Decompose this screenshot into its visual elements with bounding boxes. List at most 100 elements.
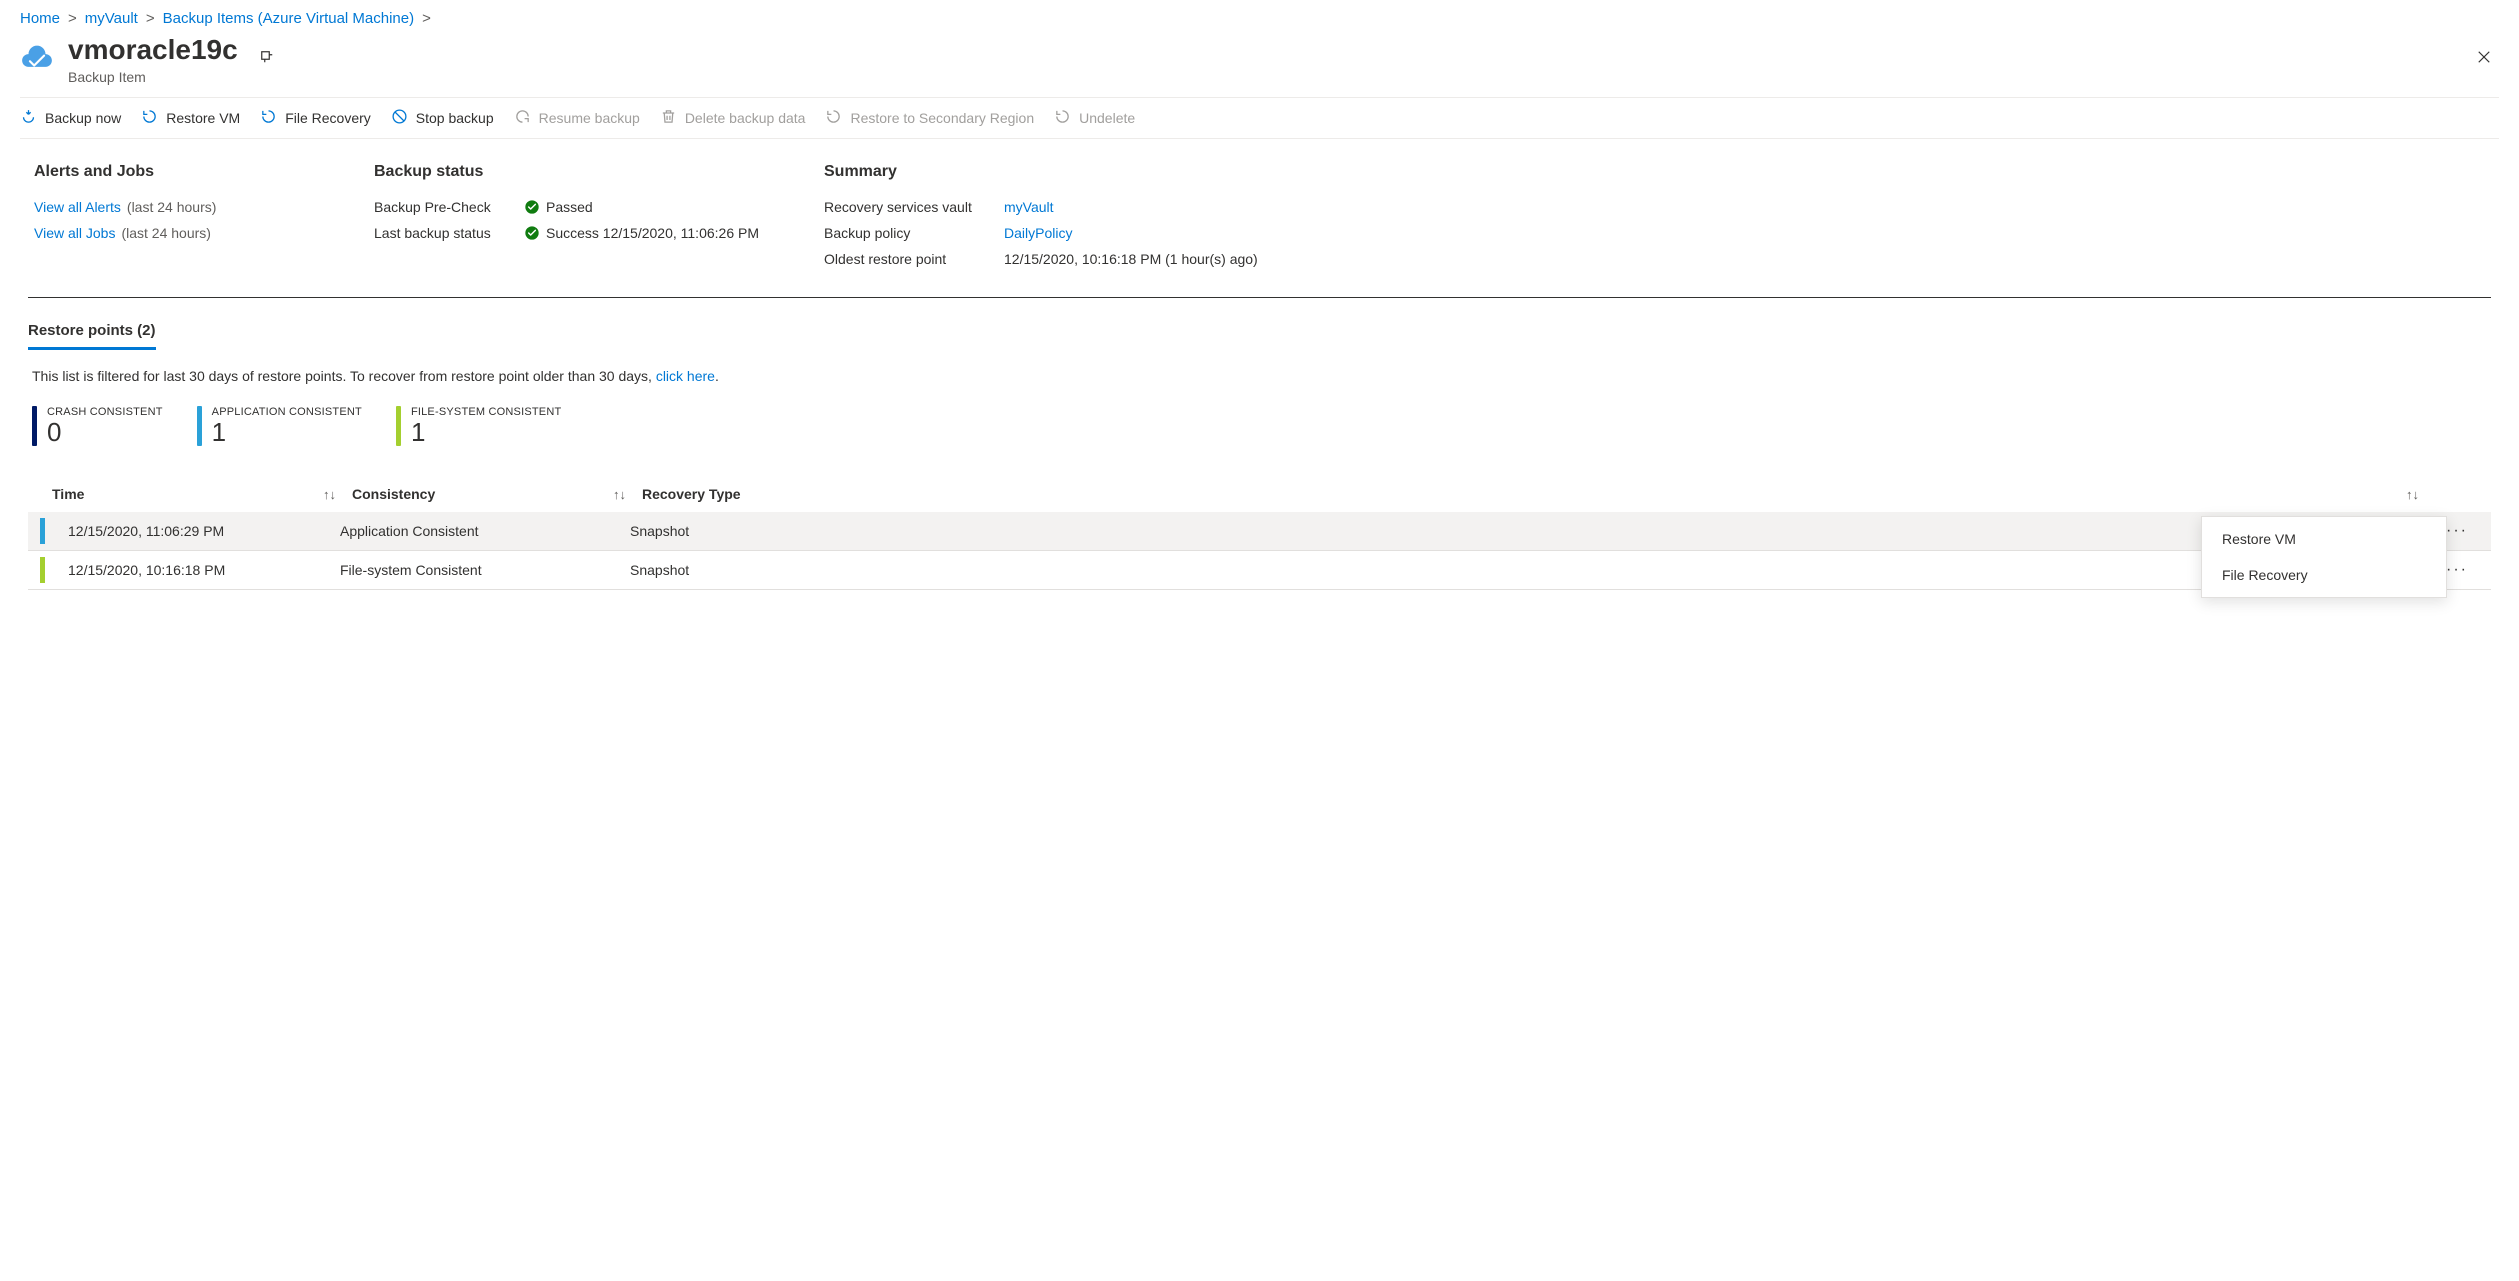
stop-backup-button[interactable]: Stop backup bbox=[391, 108, 494, 128]
backup-now-label: Backup now bbox=[45, 110, 121, 126]
undelete-button: Undelete bbox=[1054, 108, 1135, 128]
filter-note-text: This list is filtered for last 30 days o… bbox=[32, 368, 656, 384]
restore-vm-button[interactable]: Restore VM bbox=[141, 108, 240, 128]
cell-recovery-type: Snapshot bbox=[630, 523, 2435, 539]
card-filesystem-consistent: FILE-SYSTEM CONSISTENT1 bbox=[396, 406, 561, 447]
tab-strip: Restore points (2) bbox=[20, 298, 2499, 350]
table-row[interactable]: 12/15/2020, 10:16:18 PM File-system Cons… bbox=[28, 551, 2491, 590]
col-consistency[interactable]: Consistency bbox=[352, 486, 435, 502]
page-title: vmoracle19c bbox=[68, 33, 238, 67]
view-all-alerts-link[interactable]: View all Alerts bbox=[34, 199, 121, 215]
row-actions-button[interactable]: ··· bbox=[2446, 561, 2468, 578]
policy-link[interactable]: DailyPolicy bbox=[1004, 225, 1072, 241]
stop-backup-label: Stop backup bbox=[416, 110, 494, 126]
restore-icon bbox=[260, 108, 277, 128]
sort-icon[interactable]: ↑↓ bbox=[323, 487, 336, 502]
backup-icon bbox=[20, 108, 37, 128]
card-crash-consistent: CRASH CONSISTENT0 bbox=[32, 406, 163, 447]
undelete-label: Undelete bbox=[1079, 110, 1135, 126]
card-bar bbox=[197, 406, 202, 447]
policy-label: Backup policy bbox=[824, 225, 1004, 241]
sort-icon[interactable]: ↑↓ bbox=[613, 487, 626, 502]
info-panels: Alerts and Jobs View all Alerts(last 24 … bbox=[20, 139, 2499, 297]
delete-backup-button: Delete backup data bbox=[660, 108, 806, 128]
filter-note-link[interactable]: click here bbox=[656, 368, 715, 384]
status-heading: Backup status bbox=[374, 163, 824, 181]
card-label: CRASH CONSISTENT bbox=[47, 406, 163, 418]
alerts-hint: (last 24 hours) bbox=[127, 199, 216, 215]
restore-icon bbox=[1054, 108, 1071, 128]
last-backup-label: Last backup status bbox=[374, 225, 524, 241]
table-header: Time ↑↓ Consistency ↑↓ Recovery Type ↑↓ bbox=[28, 476, 2491, 512]
restore-secondary-button: Restore to Secondary Region bbox=[825, 108, 1034, 128]
oldest-label: Oldest restore point bbox=[824, 251, 1004, 267]
success-icon bbox=[524, 199, 540, 215]
close-button[interactable] bbox=[2469, 42, 2499, 75]
success-icon bbox=[524, 225, 540, 241]
cell-consistency: Application Consistent bbox=[340, 523, 630, 539]
card-bar bbox=[32, 406, 37, 447]
restore-secondary-label: Restore to Secondary Region bbox=[850, 110, 1034, 126]
precheck-label: Backup Pre-Check bbox=[374, 199, 524, 215]
resume-icon bbox=[514, 108, 531, 128]
context-menu-restore-vm[interactable]: Restore VM bbox=[2202, 521, 2446, 557]
chevron-right-icon: > bbox=[68, 10, 77, 27]
resume-backup-label: Resume backup bbox=[539, 110, 640, 126]
view-all-jobs-link[interactable]: View all Jobs bbox=[34, 225, 115, 241]
col-recovery-type[interactable]: Recovery Type bbox=[642, 486, 741, 502]
trash-icon bbox=[660, 108, 677, 128]
page-header: vmoracle19c Backup Item bbox=[20, 33, 2499, 89]
filter-note: This list is filtered for last 30 days o… bbox=[20, 350, 2499, 384]
precheck-value: Passed bbox=[546, 199, 593, 215]
alerts-heading: Alerts and Jobs bbox=[34, 163, 374, 181]
chevron-right-icon: > bbox=[146, 10, 155, 27]
last-backup-value: Success 12/15/2020, 11:06:26 PM bbox=[546, 225, 759, 241]
page-subtitle: Backup Item bbox=[68, 69, 238, 85]
context-menu-file-recovery[interactable]: File Recovery bbox=[2202, 557, 2446, 593]
restore-icon bbox=[825, 108, 842, 128]
breadcrumb: Home > myVault > Backup Items (Azure Vir… bbox=[20, 0, 2499, 33]
col-time[interactable]: Time bbox=[52, 486, 84, 502]
chevron-right-icon: > bbox=[422, 10, 431, 27]
vault-label: Recovery services vault bbox=[824, 199, 1004, 215]
resume-backup-button: Resume backup bbox=[514, 108, 640, 128]
summary-heading: Summary bbox=[824, 163, 1258, 181]
restore-points-table: Time ↑↓ Consistency ↑↓ Recovery Type ↑↓ 12/… bbox=[28, 476, 2491, 590]
delete-backup-label: Delete backup data bbox=[685, 110, 806, 126]
context-menu: Restore VM File Recovery bbox=[2201, 516, 2447, 598]
consistency-cards: CRASH CONSISTENT0 APPLICATION CONSISTENT… bbox=[20, 384, 2499, 457]
cell-consistency: File-system Consistent bbox=[340, 562, 630, 578]
breadcrumb-vault[interactable]: myVault bbox=[85, 10, 138, 27]
tab-restore-points[interactable]: Restore points (2) bbox=[28, 322, 156, 350]
table-body: 12/15/2020, 11:06:29 PM Application Cons… bbox=[28, 512, 2491, 590]
file-recovery-button[interactable]: File Recovery bbox=[260, 108, 371, 128]
card-count: 0 bbox=[47, 418, 163, 447]
oldest-value: 12/15/2020, 10:16:18 PM (1 hour(s) ago) bbox=[1004, 251, 1258, 267]
backup-now-button[interactable]: Backup now bbox=[20, 108, 121, 128]
summary-panel: Summary Recovery services vaultmyVault B… bbox=[824, 163, 1258, 277]
card-application-consistent: APPLICATION CONSISTENT1 bbox=[197, 406, 362, 447]
stop-icon bbox=[391, 108, 408, 128]
card-bar bbox=[396, 406, 401, 447]
toolbar: Backup now Restore VM File Recovery Stop… bbox=[20, 97, 2499, 139]
pin-button[interactable] bbox=[252, 42, 282, 75]
sort-icon[interactable]: ↑↓ bbox=[2406, 487, 2419, 502]
card-label: FILE-SYSTEM CONSISTENT bbox=[411, 406, 561, 418]
file-recovery-label: File Recovery bbox=[285, 110, 371, 126]
status-panel: Backup status Backup Pre-Check Passed La… bbox=[374, 163, 824, 277]
cell-time: 12/15/2020, 11:06:29 PM bbox=[40, 523, 340, 539]
row-marker bbox=[40, 518, 45, 544]
restore-icon bbox=[141, 108, 158, 128]
breadcrumb-backup-items[interactable]: Backup Items (Azure Virtual Machine) bbox=[163, 10, 415, 27]
jobs-hint: (last 24 hours) bbox=[121, 225, 210, 241]
breadcrumb-home[interactable]: Home bbox=[20, 10, 60, 27]
backup-item-icon bbox=[20, 40, 54, 77]
table-row[interactable]: 12/15/2020, 11:06:29 PM Application Cons… bbox=[28, 512, 2491, 551]
filter-note-period: . bbox=[715, 368, 719, 384]
card-count: 1 bbox=[411, 418, 561, 447]
vault-link[interactable]: myVault bbox=[1004, 199, 1054, 215]
cell-recovery-type: Snapshot bbox=[630, 562, 2435, 578]
row-actions-button[interactable]: ··· bbox=[2446, 522, 2468, 539]
card-count: 1 bbox=[212, 418, 362, 447]
card-label: APPLICATION CONSISTENT bbox=[212, 406, 362, 418]
